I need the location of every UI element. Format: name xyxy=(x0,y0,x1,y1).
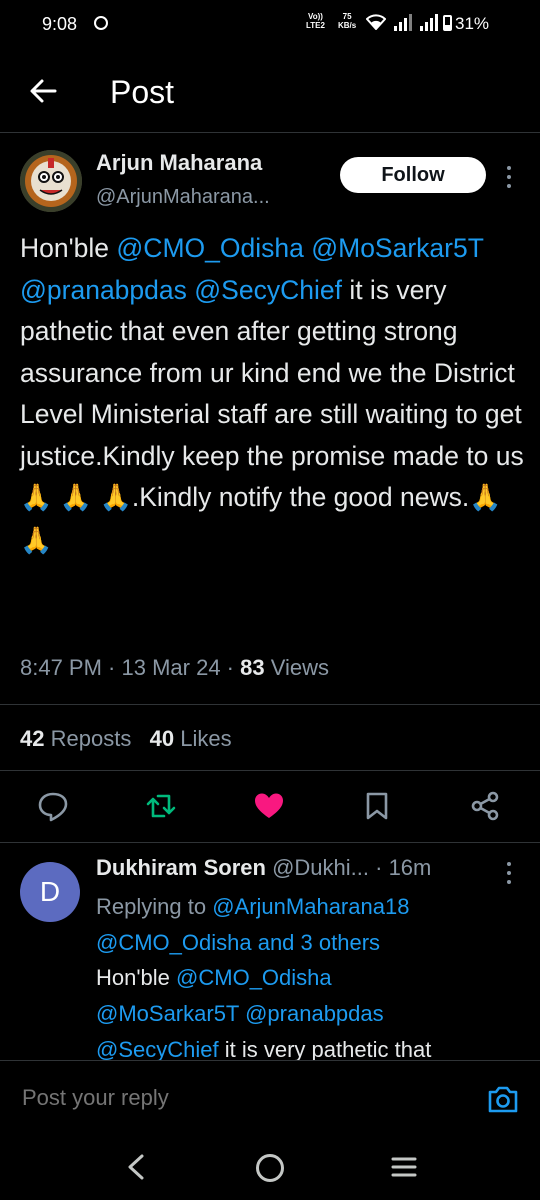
mention-link[interactable]: @SecyChief xyxy=(194,275,342,305)
folded-hands-emoji: 🙏 xyxy=(20,525,53,556)
folded-hands-emoji: 🙏 xyxy=(99,483,132,513)
signal-2-icon xyxy=(420,14,438,31)
author-avatar[interactable] xyxy=(20,150,82,212)
more-options-icon[interactable] xyxy=(502,164,516,190)
page-title: Post xyxy=(110,74,175,110)
nav-recents-icon[interactable] xyxy=(391,1156,417,1178)
reply-handle[interactable]: @Dukhi... xyxy=(272,855,369,880)
speed-value: 75 xyxy=(342,12,352,21)
wifi-icon xyxy=(366,14,386,30)
reply-text: Hon'ble @CMO_Odisha @MoSarkar5T @pranabpd… xyxy=(96,960,521,1060)
folded-hands-emoji: 🙏 xyxy=(469,483,502,513)
replying-to: Replying to @ArjunMaharana18 @CMO_Odisha … xyxy=(96,889,516,961)
back-arrow-icon[interactable] xyxy=(28,76,58,106)
stats-divider xyxy=(0,770,540,771)
text-segment: Hon'ble xyxy=(20,233,117,263)
mention-link[interactable]: @MoSarkar5T xyxy=(96,1001,239,1026)
author-name[interactable]: Arjun Maharana xyxy=(96,150,262,176)
camera-icon[interactable] xyxy=(486,1083,520,1115)
text-segment: Hon'ble xyxy=(96,965,177,990)
nav-back-icon[interactable] xyxy=(124,1152,148,1182)
reply-separator: · xyxy=(375,855,383,880)
mention-link[interactable]: @pranabpdas xyxy=(20,275,187,305)
mention-link[interactable]: @SecyChief xyxy=(96,1037,219,1060)
header-divider xyxy=(0,132,540,133)
post-time: 8:47 PM xyxy=(20,655,102,680)
chrome-icon xyxy=(94,16,108,30)
post-text: Hon'ble @CMO_Odisha @MoSarkar5T @pranabp… xyxy=(20,228,525,562)
like-icon[interactable] xyxy=(253,790,285,822)
reply-author-name[interactable]: Dukhiram Soren xyxy=(96,855,266,880)
follow-button[interactable]: Follow xyxy=(340,157,486,193)
avatar-image xyxy=(20,150,82,212)
network-type: Vo)) xyxy=(308,12,323,21)
reposts-label[interactable]: Reposts xyxy=(51,726,132,751)
actions-divider xyxy=(0,842,540,843)
signal-1-icon xyxy=(394,14,412,31)
composer-divider xyxy=(0,1060,540,1061)
replying-others-link[interactable]: @CMO_Odisha and 3 others xyxy=(96,930,380,955)
post-date: 13 Mar 24 xyxy=(121,655,221,680)
folded-hands-emoji: 🙏 xyxy=(20,483,53,513)
status-bar: 9:08 Vo)) LTE2 75 KB/s 31% xyxy=(0,0,540,50)
author-handle[interactable]: @ArjunMaharana... xyxy=(96,186,270,209)
folded-hands-emoji: 🙏 xyxy=(59,483,93,513)
reply-more-options-icon[interactable] xyxy=(502,860,516,886)
mention-link[interactable]: @CMO_Odisha xyxy=(116,233,303,263)
post-meta: 8:47 PM · 13 Mar 24 · 83 Views xyxy=(20,655,330,680)
reply-header: Dukhiram Soren @Dukhi... · 16m xyxy=(96,855,431,881)
text-segment: it is very pathetic that xyxy=(218,1037,432,1060)
status-time: 9:08 xyxy=(42,14,78,34)
speed-unit: KB/s xyxy=(338,21,357,30)
battery-icon xyxy=(443,15,452,31)
likes-count[interactable]: 40 xyxy=(150,726,174,751)
bookmark-icon[interactable] xyxy=(361,790,393,822)
replying-prefix: Replying to xyxy=(96,894,207,919)
data-speed: 75 KB/s xyxy=(338,12,356,30)
repost-icon[interactable] xyxy=(145,790,177,822)
replying-to-link[interactable]: @ArjunMaharana18 xyxy=(212,894,409,919)
reply-input[interactable] xyxy=(20,1084,424,1112)
reply-icon[interactable] xyxy=(37,790,69,822)
share-icon[interactable] xyxy=(469,790,501,822)
battery-percent: 31% xyxy=(455,14,490,33)
meta-divider xyxy=(0,704,540,705)
views-count: 83 xyxy=(240,655,265,680)
nav-home-icon[interactable] xyxy=(256,1154,284,1182)
likes-label[interactable]: Likes xyxy=(180,726,231,751)
reply-time: 16m xyxy=(388,855,432,880)
views-label: Views xyxy=(270,655,330,680)
mention-link[interactable]: @CMO_Odisha xyxy=(176,965,332,990)
post-stats: 42 Reposts 40 Likes xyxy=(20,726,232,752)
mention-link[interactable]: @MoSarkar5T xyxy=(311,233,483,263)
mention-link[interactable]: @pranabpdas xyxy=(245,1001,384,1026)
network-lte: LTE2 xyxy=(306,21,325,30)
reposts-count[interactable]: 42 xyxy=(20,726,44,751)
text-segment: .Kindly notify the good news. xyxy=(131,482,470,512)
reply-avatar[interactable]: D xyxy=(20,862,80,922)
network-indicator: Vo)) LTE2 xyxy=(306,12,325,30)
